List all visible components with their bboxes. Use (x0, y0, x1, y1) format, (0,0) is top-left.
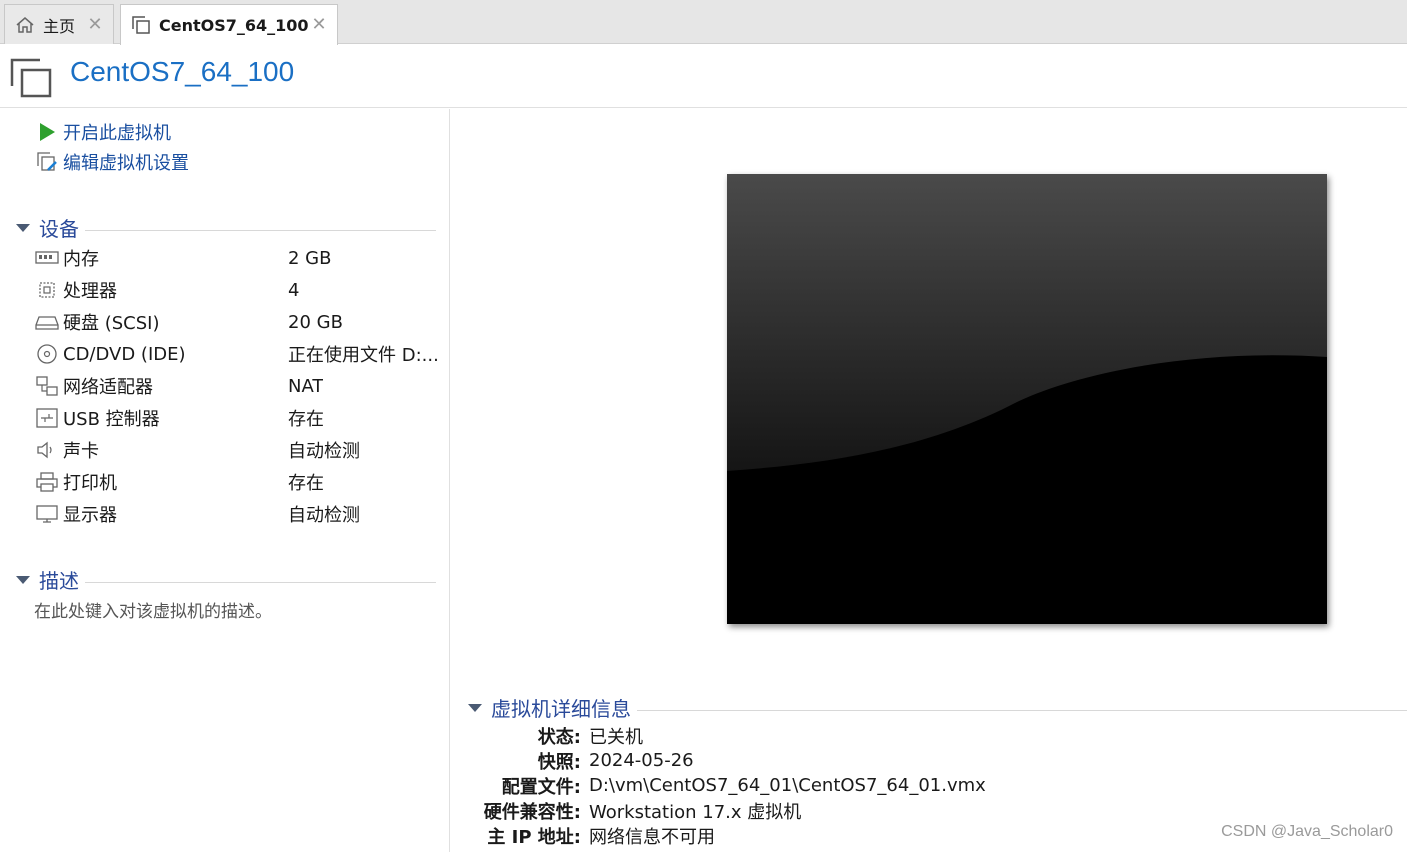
details-section-title: 虚拟机详细信息 (491, 697, 631, 721)
detail-key: 状态: (537, 726, 581, 748)
device-row-memory[interactable]: 内存 2 GB (35, 244, 445, 272)
harddisk-icon (35, 311, 59, 333)
vm-preview-image (727, 174, 1327, 624)
edit-settings-label: 编辑虚拟机设置 (63, 153, 189, 174)
device-row-harddisk[interactable]: 硬盘 (SCSI) 20 GB (35, 308, 445, 336)
divider (637, 710, 1407, 711)
device-name: 网络适配器 (63, 377, 153, 398)
device-value: 自动检测 (288, 505, 360, 526)
device-value: 存在 (288, 473, 324, 494)
device-value: 2 GB (288, 247, 332, 269)
detail-row-config-file: 配置文件: D:\vm\CentOS7_64_01\CentOS7_64_01.… (450, 773, 1407, 798)
detail-key: 配置文件: (501, 776, 581, 798)
detail-value: Workstation 17.x 虚拟机 (589, 801, 802, 823)
close-icon[interactable]: ✕ (87, 15, 103, 33)
monitor-icon (35, 503, 59, 525)
home-icon (15, 15, 35, 35)
description-section-toggle[interactable]: 描述 (16, 565, 436, 594)
device-value: 自动检测 (288, 441, 360, 462)
device-name: 打印机 (63, 473, 117, 494)
power-on-label: 开启此虚拟机 (63, 123, 171, 144)
vm-icon (10, 58, 52, 98)
cpu-icon (35, 279, 59, 301)
device-name: 处理器 (63, 281, 117, 302)
tab-home-label: 主页 (43, 16, 76, 36)
tab-home[interactable]: 主页 ✕ (4, 4, 114, 44)
device-row-sound[interactable]: 声卡 自动检测 (35, 436, 445, 464)
detail-key: 快照: (537, 751, 581, 773)
power-on-button[interactable]: 开启此虚拟机 (36, 119, 171, 145)
detail-value: 2024-05-26 (589, 750, 694, 771)
detail-value: 网络信息不可用 (589, 826, 715, 848)
vm-summary-panel: 开启此虚拟机 编辑虚拟机设置 设备 内存 2 GB 处理器 4 硬盘 (SCSI… (0, 109, 450, 852)
collapse-arrow-icon (16, 575, 30, 584)
speaker-icon (35, 439, 59, 461)
vm-header: CentOS7_64_100 (0, 44, 1407, 108)
device-name: CD/DVD (IDE) (63, 343, 186, 365)
tab-strip: 主页 ✕ CentOS7_64_100 ✕ (0, 0, 1407, 45)
page-title: CentOS7_64_100 (70, 56, 295, 87)
device-value: 4 (288, 279, 300, 301)
memory-icon (35, 247, 59, 269)
play-icon (36, 121, 58, 143)
description-field[interactable]: 在此处键入对该虚拟机的描述。 (34, 597, 272, 622)
device-row-cpu[interactable]: 处理器 4 (35, 276, 445, 304)
divider (85, 582, 436, 583)
divider (85, 230, 436, 231)
tab-vm-label: CentOS7_64_100 (159, 15, 309, 35)
detail-row-snapshot: 快照: 2024-05-26 (450, 748, 1407, 773)
network-icon (35, 375, 59, 397)
details-section-toggle[interactable]: 虚拟机详细信息 (468, 693, 1407, 722)
vm-screen-preview[interactable] (727, 174, 1327, 624)
detail-row-state: 状态: 已关机 (450, 723, 1407, 748)
usb-icon (35, 407, 59, 429)
device-value: 20 GB (288, 311, 343, 333)
device-value: 正在使用文件 D:... (288, 345, 439, 366)
tab-vm[interactable]: CentOS7_64_100 ✕ (120, 4, 338, 45)
device-name: 声卡 (63, 441, 99, 462)
collapse-arrow-icon (16, 223, 30, 232)
vm-icon (131, 15, 151, 35)
printer-icon (35, 471, 59, 493)
edit-settings-button[interactable]: 编辑虚拟机设置 (36, 149, 189, 175)
device-name: 显示器 (63, 505, 117, 526)
description-section-title: 描述 (39, 569, 79, 593)
device-value: 存在 (288, 409, 324, 430)
detail-value: 已关机 (589, 726, 643, 748)
detail-row-compatibility: 硬件兼容性: Workstation 17.x 虚拟机 (450, 798, 1407, 823)
detail-key: 主 IP 地址: (487, 826, 581, 848)
detail-value: D:\vm\CentOS7_64_01\CentOS7_64_01.vmx (589, 775, 986, 796)
watermark: CSDN @Java_Scholar0 (1221, 823, 1393, 840)
edit-settings-icon (36, 151, 58, 173)
device-row-network[interactable]: 网络适配器 NAT (35, 372, 445, 400)
device-row-cd[interactable]: CD/DVD (IDE) 正在使用文件 D:... (35, 340, 445, 368)
device-row-printer[interactable]: 打印机 存在 (35, 468, 445, 496)
close-icon[interactable]: ✕ (311, 16, 327, 34)
device-name: USB 控制器 (63, 409, 160, 430)
devices-section-title: 设备 (39, 217, 79, 241)
cd-icon (35, 343, 59, 365)
device-row-usb[interactable]: USB 控制器 存在 (35, 404, 445, 432)
device-value: NAT (288, 375, 324, 397)
device-name: 硬盘 (SCSI) (63, 313, 160, 334)
device-name: 内存 (63, 249, 99, 270)
device-row-display[interactable]: 显示器 自动检测 (35, 500, 445, 528)
collapse-arrow-icon (468, 703, 482, 712)
devices-section-toggle[interactable]: 设备 (16, 213, 436, 242)
detail-key: 硬件兼容性: (483, 801, 581, 823)
